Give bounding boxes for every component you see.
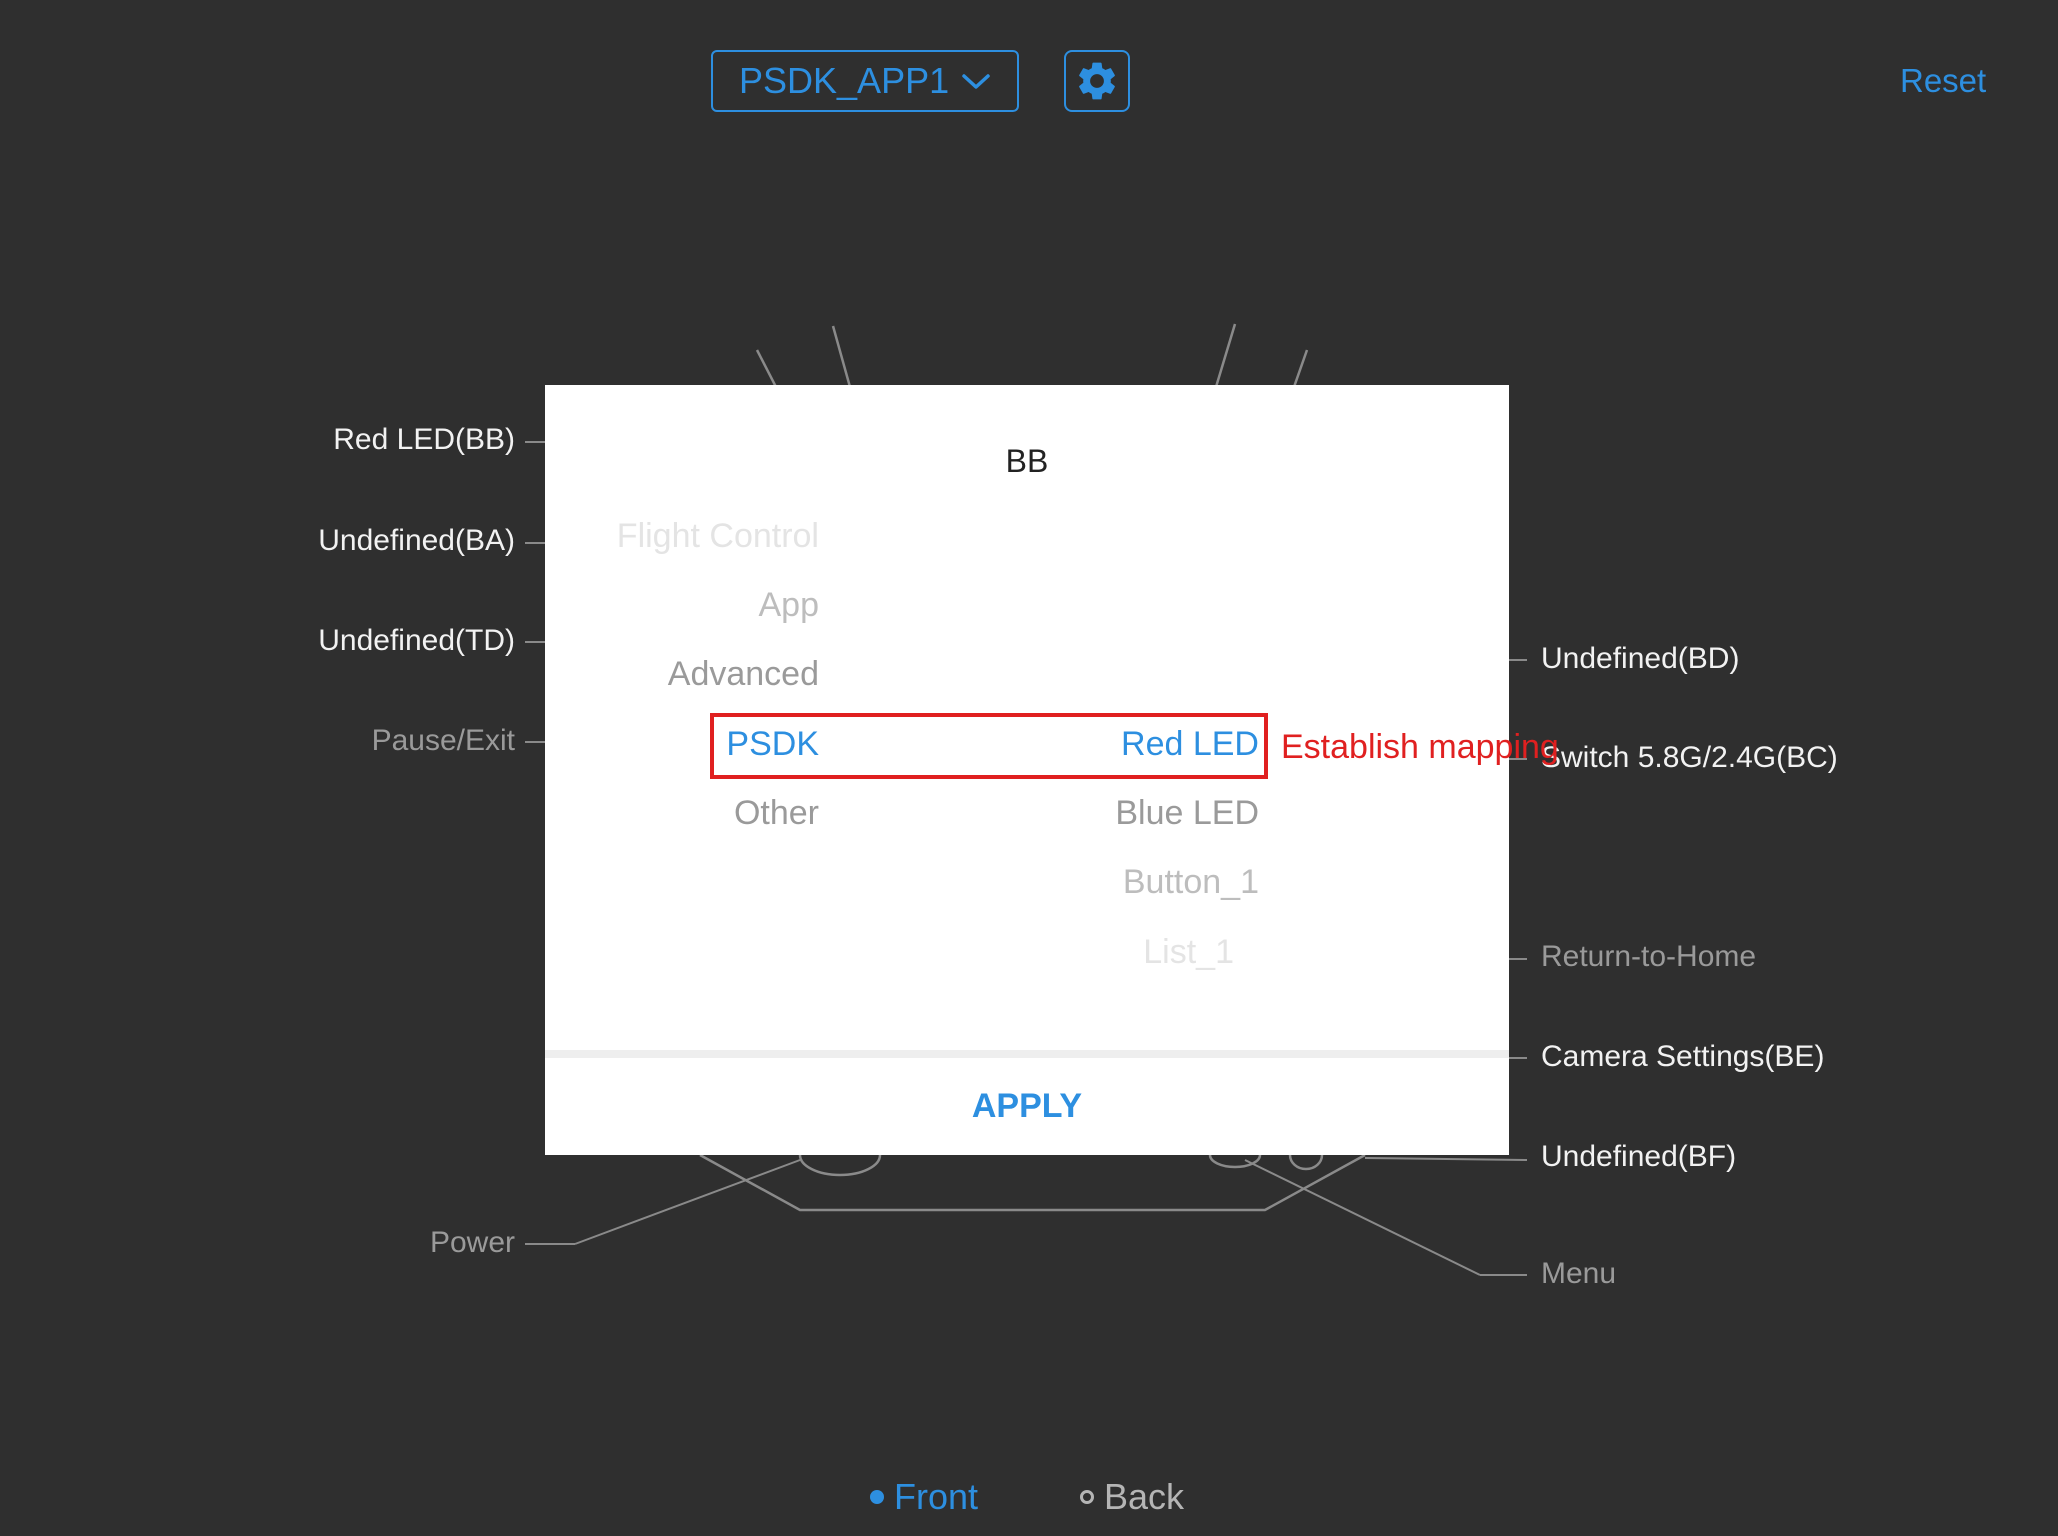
function-option-blue-led[interactable]: Blue LED xyxy=(1115,794,1259,833)
view-front-option[interactable]: Front xyxy=(870,1476,978,1518)
dialog-title: BB xyxy=(1005,443,1049,479)
label-undefined-bd[interactable]: Undefined(BD) xyxy=(1541,642,1739,676)
selection-highlight-box xyxy=(710,713,1268,779)
label-switch-bc[interactable]: Switch 5.8G/2.4G(BC) xyxy=(1541,741,1838,775)
annotation-establish-mapping: Establish mapping xyxy=(1281,728,1559,766)
label-undefined-ba[interactable]: Undefined(BA) xyxy=(318,524,515,558)
label-camera-settings-be[interactable]: Camera Settings(BE) xyxy=(1541,1040,1824,1074)
label-undefined-bf[interactable]: Undefined(BF) xyxy=(1541,1140,1736,1174)
label-return-to-home: Return-to-Home xyxy=(1541,940,1757,973)
radio-unselected-icon xyxy=(1080,1490,1094,1504)
gear-icon xyxy=(1079,62,1115,100)
radio-selected-icon xyxy=(870,1490,884,1504)
view-front-label: Front xyxy=(894,1476,979,1517)
function-option-button-1[interactable]: Button_1 xyxy=(1123,863,1259,902)
category-option-other[interactable]: Other xyxy=(734,794,819,833)
view-back-label: Back xyxy=(1104,1476,1185,1517)
dialog-divider xyxy=(545,1050,1509,1058)
view-back-option[interactable]: Back xyxy=(1080,1476,1184,1518)
reset-button[interactable]: Reset xyxy=(1900,62,1986,100)
label-pause-exit: Pause/Exit xyxy=(371,724,515,757)
label-undefined-td[interactable]: Undefined(TD) xyxy=(318,624,515,658)
category-option-advanced[interactable]: Advanced xyxy=(668,655,819,694)
label-power: Power xyxy=(429,1226,515,1259)
settings-button[interactable] xyxy=(1064,50,1130,112)
app-selector-value: PSDK_APP1 xyxy=(739,60,950,101)
button-mapping-dialog: BB Flight Control App Advanced PSDK Othe… xyxy=(545,385,1509,1155)
chevron-down-icon xyxy=(962,74,990,89)
category-option-flight-control[interactable]: Flight Control xyxy=(617,517,819,556)
app-selector[interactable]: PSDK_APP1 xyxy=(711,50,1019,112)
category-option-app[interactable]: App xyxy=(759,586,820,625)
label-menu: Menu xyxy=(1541,1257,1617,1290)
function-option-list-1[interactable]: List_1 xyxy=(1143,933,1234,972)
apply-button[interactable]: APPLY xyxy=(545,1058,1509,1155)
label-red-led-bb[interactable]: Red LED(BB) xyxy=(333,423,515,457)
